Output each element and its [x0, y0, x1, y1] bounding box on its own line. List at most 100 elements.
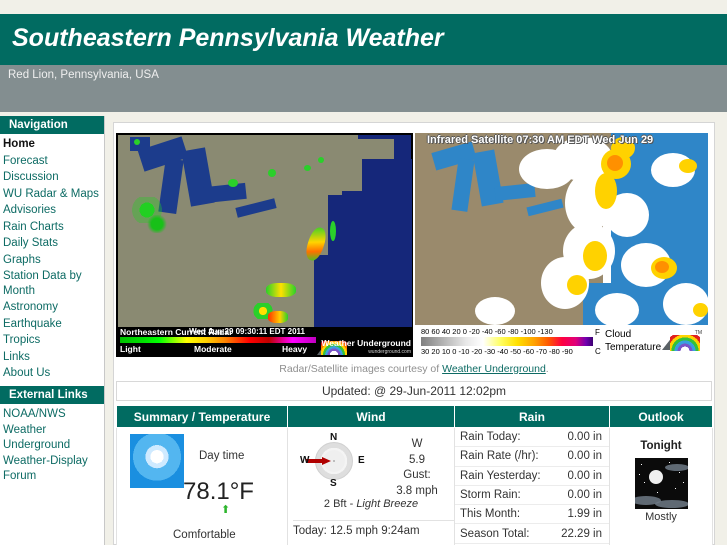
wu-brand-sub: wunderground.com — [368, 349, 411, 355]
rain-value: 22.29 in — [561, 527, 602, 540]
nav-list: Home Forecast Discussion WU Radar & Maps Adv… — [0, 134, 104, 386]
table-header-row: Summary / Temperature Wind Rain Outlook — [116, 405, 713, 428]
sidebar-item-station-data-by-month[interactable]: Station Data by Month — [0, 268, 104, 299]
weather-underground-link[interactable]: Weather Underground — [442, 363, 546, 375]
external-link-weather-underground[interactable]: Weather Underground — [0, 422, 104, 453]
rain-row: Rain Rate (/hr): 0.00 in — [455, 447, 609, 467]
radar-map-canvas — [118, 135, 412, 327]
satellite-scale-celsius: 30 20 10 0 -10 -20 -30 -40 -50 -60 -70 -… — [421, 347, 573, 356]
external-links-list: NOAA/NWS Weather Underground Weather-Displ… — [0, 404, 104, 489]
beaufort-description: Light Breeze — [356, 498, 419, 510]
rain-label: Storm Rain: — [460, 489, 521, 502]
sidebar-item-home[interactable]: Home — [0, 136, 104, 153]
compass-west: W — [300, 455, 310, 466]
external-link-noaa-nws[interactable]: NOAA/NWS — [0, 406, 104, 423]
wind-direction: W — [411, 438, 423, 450]
wunderground-rainbow-icon: TM — [662, 330, 702, 352]
satellite-caption-line1: Cloud — [605, 329, 632, 340]
satellite-color-bar — [421, 337, 593, 346]
rain-label: Rain Rate (/hr): — [460, 450, 539, 463]
courtesy-suffix: . — [545, 363, 549, 375]
rain-row: Storm Rain: 0.00 in — [455, 486, 609, 506]
rain-row: This Month: 1.99 in — [455, 505, 609, 525]
cell-wind: N S W E W 5.9 Gust: 3.8 mph 2 Bft - Ligh… — [287, 427, 455, 545]
rain-label: Season Total: — [460, 527, 530, 540]
sidebar-item-daily-stats[interactable]: Daily Stats — [0, 235, 104, 252]
rain-label: This Month: — [460, 508, 521, 521]
sidebar-item-earthquake[interactable]: Earthquake — [0, 316, 104, 333]
main-content: Northeastern Current Radar Wed Jun 29 09… — [113, 122, 715, 545]
sidebar-item-astronomy[interactable]: Astronomy — [0, 299, 104, 316]
compass-east: E — [358, 455, 365, 466]
external-link-weather-display-forum[interactable]: Weather-Display Forum — [0, 453, 104, 484]
sidebar: Navigation Home Forecast Discussion WU Rada… — [0, 116, 105, 545]
arrow-up-icon: ⬆ — [221, 504, 231, 516]
sidebar-item-links[interactable]: Links — [0, 349, 104, 366]
sidebar-item-forecast[interactable]: Forecast — [0, 153, 104, 170]
sidebar-item-graphs[interactable]: Graphs — [0, 252, 104, 269]
nav-heading: Navigation — [0, 116, 104, 134]
sidebar-item-rain-charts[interactable]: Rain Charts — [0, 219, 104, 236]
imagery-row: Northeastern Current Radar Wed Jun 29 09… — [116, 125, 708, 357]
updated-timestamp: Updated: @ 29-Jun-2011 12:02pm — [116, 381, 712, 401]
cell-summary: Day time 78.1°F ⬆ Comfortable — [116, 427, 288, 545]
compass-north: N — [330, 432, 338, 443]
sidebar-item-about-us[interactable]: About Us — [0, 365, 104, 382]
wunderground-logo[interactable]: Weather Underground wunderground.com — [321, 339, 411, 357]
site-location: Red Lion, Pennsylvania, USA — [8, 69, 159, 81]
comfort-label: Comfortable — [173, 529, 236, 541]
rain-value: 1.99 in — [567, 508, 602, 521]
cell-outlook: Tonight Mostly — [609, 427, 713, 545]
location-band: Red Lion, Pennsylvania, USA — [0, 65, 727, 112]
page-root: Southeastern Pennsylvania Weather Red Li… — [0, 0, 727, 545]
gust-label: Gust: — [403, 469, 431, 481]
conditions-table: Summary / Temperature Wind Rain Outlook … — [116, 405, 713, 545]
satellite-image[interactable]: Infrared Satellite 07:30 AM EDT Wed Jun … — [415, 133, 708, 357]
rain-label: Rain Today: — [460, 431, 521, 444]
beaufort-number: 2 Bft - — [323, 498, 357, 510]
sidebar-item-wu-radar-maps[interactable]: WU Radar & Maps — [0, 186, 104, 203]
courtesy-prefix: Radar/Satellite images courtesy of — [279, 363, 443, 375]
radar-intensity-bar — [120, 337, 316, 343]
wind-direction-arrow-icon — [306, 457, 332, 465]
radar-legend-heavy: Heavy — [282, 344, 308, 354]
wu-brand: Weather Underground — [321, 338, 411, 348]
site-banner: Southeastern Pennsylvania Weather — [0, 14, 727, 65]
satellite-scale-fahrenheit: 80 60 40 20 0 -20 -40 -60 -80 -100 -130 — [421, 327, 553, 336]
period-label: Day time — [199, 450, 245, 462]
wind-values: W 5.9 Gust: 3.8 mph — [384, 437, 450, 499]
satellite-canvas: Infrared Satellite 07:30 AM EDT Wed Jun … — [415, 133, 708, 325]
sun-icon — [130, 434, 184, 488]
rain-value: 0.00 in — [567, 489, 602, 502]
courtesy-text: Radar/Satellite images courtesy of Weath… — [116, 363, 712, 375]
cell-rain: Rain Today: 0.00 in Rain Rate (/hr): 0.00 i… — [454, 427, 610, 545]
rain-value: 0.00 in — [567, 450, 602, 463]
table-data-row: Day time 78.1°F ⬆ Comfortable N S W E W … — [116, 427, 713, 545]
sidebar-item-discussion[interactable]: Discussion — [0, 169, 104, 186]
radar-timestamp: Wed Jun 29 09:30:11 EDT 2011 — [189, 327, 305, 336]
sidebar-item-advisories[interactable]: Advisories — [0, 202, 104, 219]
beaufort-scale: 2 Bft - Light Breeze — [288, 498, 454, 510]
current-temperature: 78.1°F — [183, 478, 254, 505]
gust-value: 3.8 mph — [396, 484, 438, 497]
rain-row: Rain Today: 0.00 in — [455, 428, 609, 448]
header-wind: Wind — [287, 405, 455, 428]
outlook-text: Mostly — [645, 511, 677, 523]
satellite-title: Infrared Satellite 07:30 AM EDT Wed Jun … — [427, 134, 654, 146]
outlook-period: Tonight — [640, 440, 682, 452]
unit-celsius: C — [595, 347, 601, 356]
compass-south: S — [330, 478, 337, 489]
rain-list: Rain Today: 0.00 in Rain Rate (/hr): 0.00 i… — [455, 428, 609, 545]
radar-legend-moderate: Moderate — [194, 344, 232, 354]
header-outlook: Outlook — [609, 405, 713, 428]
radar-legend-light: Light — [120, 344, 141, 354]
night-sky-icon — [634, 458, 688, 509]
rain-row: Season Total: 22.29 in — [455, 524, 609, 544]
rain-label: Rain Yesterday: — [460, 469, 541, 482]
rain-value: 0.00 in — [567, 431, 602, 444]
radar-image[interactable]: Northeastern Current Radar Wed Jun 29 09… — [116, 133, 413, 357]
unit-fahrenheit: F — [595, 328, 600, 337]
rain-row: Rain Yesterday: 0.00 in — [455, 467, 609, 486]
header-summary: Summary / Temperature — [116, 405, 288, 428]
sidebar-item-tropics[interactable]: Tropics — [0, 332, 104, 349]
